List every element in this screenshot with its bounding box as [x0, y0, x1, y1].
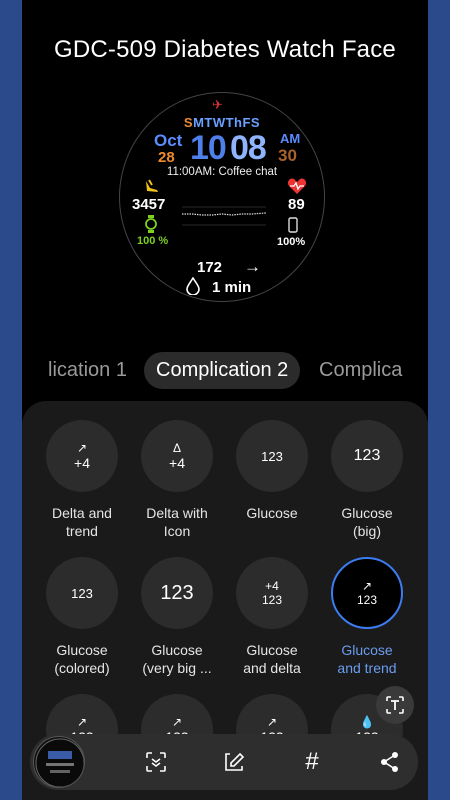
weekday-current: S	[183, 115, 194, 130]
weekday-row: SMTWThFS	[120, 115, 324, 130]
edit-icon[interactable]	[218, 746, 250, 778]
watch-face-preview: ✈ SMTWThFS Oct 28 10 08 AM 30 11:00AM: C…	[119, 92, 325, 302]
option-label: Glucose (very big ...	[142, 642, 212, 676]
option-label-selected: Glucose and trend	[337, 642, 397, 676]
month: Oct	[154, 131, 183, 150]
tab-complication-2[interactable]: Complication 2	[144, 352, 301, 389]
option-label: Delta and trend	[52, 505, 112, 539]
text-box-icon[interactable]	[376, 686, 414, 724]
option-glucose[interactable]: 123 Glucose	[222, 420, 322, 522]
option-glucose-and-trend[interactable]: ↗ 123 Glucose and trend	[317, 557, 417, 677]
phone-battery-icon	[288, 217, 298, 236]
option-glucose-colored[interactable]: 123 Glucose (colored)	[32, 557, 132, 677]
watch-face-thumbnail[interactable]	[33, 736, 85, 788]
option-preview: 123	[141, 557, 213, 629]
phone-battery-value: 100%	[277, 236, 306, 248]
date: 28	[158, 149, 175, 166]
option-preview: +4 123	[236, 557, 308, 629]
screen: GDC-509 Diabetes Watch Face ✈ SMTWThFS O…	[22, 0, 428, 800]
option-preview: 123	[236, 420, 308, 492]
app-logo-icon: ✈	[212, 97, 223, 112]
heart-rate-value: 89	[288, 196, 305, 213]
option-label: Glucose (big)	[341, 505, 393, 539]
drop-icon: 💧	[359, 714, 375, 729]
option-preview: 123	[46, 557, 118, 629]
tab-complication-3[interactable]: Complica	[319, 352, 402, 389]
watch-battery-icon	[145, 215, 157, 237]
share-icon[interactable]	[374, 746, 406, 778]
option-label: Glucose (colored)	[54, 642, 110, 676]
option-delta-with-icon[interactable]: Δ +4 Delta with Icon	[127, 420, 227, 540]
option-preview: 123	[331, 420, 403, 492]
seconds: 30	[278, 146, 297, 165]
tab-complication-1[interactable]: lication 1	[48, 352, 127, 389]
option-preview-selected: ↗ 123	[331, 557, 403, 629]
option-label: Glucose	[246, 505, 298, 521]
option-preview: ↗ +4	[46, 420, 118, 492]
option-label: Delta with Icon	[146, 505, 208, 539]
page-title: GDC-509 Diabetes Watch Face	[54, 36, 396, 63]
scan-icon[interactable]	[140, 746, 172, 778]
weekday-rest: MTWThFS	[193, 115, 261, 130]
trend-arrow: →	[244, 257, 261, 276]
option-glucose-big[interactable]: 123 Glucose (big)	[317, 420, 417, 540]
watch-battery-value: 100 %	[137, 235, 169, 247]
option-label: Glucose and delta	[243, 642, 301, 676]
glucose-value: 172	[197, 259, 223, 276]
option-preview: Δ +4	[141, 420, 213, 492]
steps-icon	[144, 179, 160, 197]
glucose-graph	[182, 206, 266, 226]
drop-icon	[186, 276, 200, 300]
minute: 08	[230, 129, 267, 167]
ampm: AM	[280, 131, 301, 146]
hour: 10	[190, 129, 227, 167]
steps-value: 3457	[132, 196, 166, 213]
option-glucose-very-big[interactable]: 123 Glucose (very big ...	[127, 557, 227, 677]
option-glucose-and-delta[interactable]: +4 123 Glucose and delta	[222, 557, 322, 677]
last-update: 1 min	[212, 279, 252, 296]
bottom-action-bar: #	[30, 734, 418, 790]
hash-icon[interactable]: #	[296, 746, 328, 778]
option-delta-and-trend[interactable]: ↗ +4 Delta and trend	[32, 420, 132, 540]
